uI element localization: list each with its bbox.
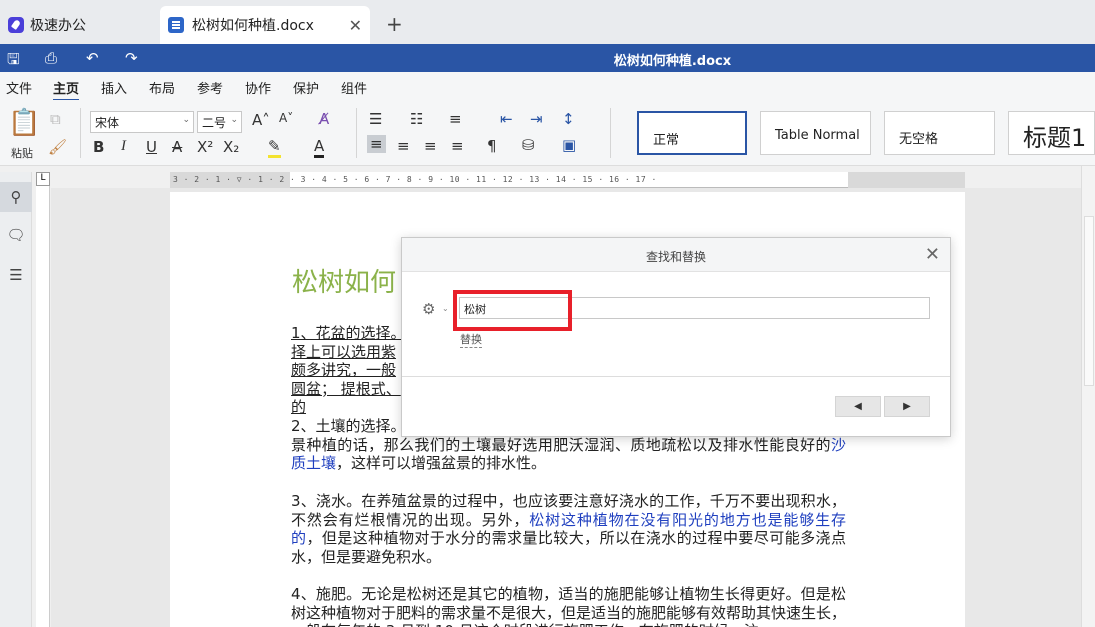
- font-size-select[interactable]: 二号 ⌄: [197, 111, 242, 133]
- horizontal-ruler[interactable]: 3 · 2 · 1 · ▽ · 1 · 2 · 3 · 4 · 5 · 6 · …: [170, 172, 965, 188]
- tab-document[interactable]: 松树如何种植.docx ✕: [160, 6, 370, 44]
- title-bar: 🖫 ⎙ ↶ ↷ 松树如何种植.docx: [0, 44, 1095, 72]
- menu-references[interactable]: 参考: [197, 78, 223, 97]
- bullet-list-icon[interactable]: ☰: [369, 110, 382, 128]
- tab-label: 极速办公: [30, 18, 86, 34]
- menu-file[interactable]: 文件: [6, 78, 32, 97]
- dialog-header[interactable]: 查找和替换 ✕: [402, 238, 950, 272]
- paragraph-4[interactable]: 4、施肥。无论是松树还是其它的植物，适当的施肥能够让植物生长得更好。但是松树这种…: [291, 585, 846, 627]
- italic-icon[interactable]: I: [121, 138, 126, 155]
- decrease-indent-icon[interactable]: ⇤: [500, 110, 513, 128]
- search-icon[interactable]: ⚲: [0, 182, 32, 212]
- menu-protect[interactable]: 保护: [293, 78, 319, 97]
- dialog-title: 查找和替换: [645, 250, 706, 264]
- style-no-spacing[interactable]: 无空格: [884, 111, 995, 155]
- vertical-scrollbar[interactable]: [1081, 166, 1095, 627]
- menu-plugins[interactable]: 组件: [341, 78, 367, 97]
- tab-bar: 极速办公 松树如何种植.docx ✕ +: [0, 0, 1095, 44]
- replace-link[interactable]: 替换: [460, 331, 482, 348]
- gear-icon[interactable]: ⚙: [422, 300, 435, 318]
- highlight-annotation: [453, 290, 572, 331]
- rocket-app-icon: [8, 17, 24, 33]
- font-family-value: 宋体: [95, 116, 120, 130]
- tab-label: 松树如何种植.docx: [192, 18, 314, 34]
- bold-icon[interactable]: B: [93, 138, 104, 156]
- shading-icon[interactable]: ⛁: [522, 136, 535, 154]
- align-left-icon[interactable]: ≡: [367, 135, 386, 153]
- superscript-icon[interactable]: X²: [197, 138, 213, 156]
- style-heading-1[interactable]: 标题1: [1008, 111, 1095, 155]
- clear-format-icon[interactable]: A̸: [319, 110, 329, 128]
- divider: [610, 108, 611, 158]
- navigation-icon[interactable]: ☰: [0, 260, 32, 290]
- divider: [356, 108, 357, 158]
- document-heading[interactable]: 松树如何: [292, 262, 396, 299]
- find-next-button[interactable]: ▶: [884, 396, 930, 417]
- menu-bar: 文件 主页 插入 布局 参考 协作 保护 组件: [0, 72, 1095, 101]
- paragraph-3[interactable]: 3、浇水。在养殖盆景的过程中，也应该要注意好浇水的工作，千万不要出现积水，不然会…: [291, 492, 846, 566]
- decrease-font-icon[interactable]: A˅: [279, 111, 293, 125]
- chevron-down-icon: ⌄: [182, 115, 190, 125]
- scrollbar-thumb[interactable]: [1084, 216, 1094, 386]
- ruler-scale: 3 · 2 · 1 · ▽ · 1 · 2 · 3 · 4 · 5 · 6 · …: [173, 175, 657, 184]
- divider: [402, 376, 950, 377]
- paragraph-text: 景种植的话，那么我们的土壤最好选用肥沃湿润、质地疏松以及排水性能良好的: [291, 435, 831, 454]
- chevron-down-icon: ⌄: [230, 115, 238, 125]
- align-center-icon[interactable]: ≡: [397, 137, 410, 155]
- align-right-icon[interactable]: ≡: [424, 137, 437, 155]
- underline-icon[interactable]: U: [146, 138, 157, 156]
- window-title: 松树如何种植.docx: [613, 54, 732, 69]
- paragraph-text: ，但是这种植物对于水分的需求量比较大，所以在浇水的过程中要尽可能多浇点水，但是要…: [291, 529, 846, 566]
- close-icon[interactable]: ✕: [349, 16, 362, 35]
- style-table-normal[interactable]: Table Normal: [760, 111, 871, 155]
- menu-home[interactable]: 主页: [53, 78, 80, 101]
- vertical-ruler[interactable]: L: [36, 172, 50, 627]
- paste-label: 粘贴: [11, 147, 33, 160]
- paste-icon[interactable]: 📋: [8, 108, 40, 138]
- menu-insert[interactable]: 插入: [101, 78, 127, 97]
- font-size-value: 二号: [202, 116, 227, 130]
- font-color-icon[interactable]: A: [314, 137, 325, 158]
- copy-icon[interactable]: ⧉: [50, 110, 61, 128]
- format-painter-icon[interactable]: 🖌: [48, 138, 67, 156]
- left-sidebar: ⚲ 🗨 ☰: [0, 172, 32, 627]
- numbered-list-icon[interactable]: ☷: [410, 110, 423, 128]
- comment-icon[interactable]: 🗨: [0, 220, 32, 250]
- multilevel-list-icon[interactable]: ≡: [449, 110, 462, 128]
- highlight-color-icon[interactable]: ✎: [268, 137, 281, 158]
- increase-font-icon[interactable]: A˄: [252, 111, 270, 129]
- line-spacing-icon[interactable]: ↕: [562, 110, 575, 128]
- borders-icon[interactable]: ▣: [562, 136, 576, 154]
- paragraph-mark-icon[interactable]: ¶: [487, 137, 497, 155]
- font-family-select[interactable]: 宋体 ⌄: [90, 111, 194, 133]
- document-icon: [168, 17, 184, 33]
- add-tab-icon[interactable]: +: [386, 12, 403, 36]
- increase-indent-icon[interactable]: ⇥: [530, 110, 543, 128]
- divider: [80, 108, 81, 158]
- tab-app-home[interactable]: 极速办公: [0, 6, 155, 44]
- ruler-margin-right: [848, 172, 965, 188]
- ribbon-toolbar: 📋 粘贴 ⧉ 🖌 宋体 ⌄ 二号 ⌄ A˄ A˅ A̸ B I U A X² X…: [0, 100, 1095, 166]
- paragraph-text: ，这样可以增强盆景的排水性。: [336, 454, 547, 472]
- close-icon[interactable]: ✕: [925, 244, 940, 265]
- subscript-icon[interactable]: X₂: [223, 138, 239, 156]
- find-replace-dialog: 查找和替换 ✕ ⚙ ⌄ 松树 替换 ◀ ▶: [401, 237, 951, 437]
- menu-layout[interactable]: 布局: [149, 78, 175, 97]
- menu-collaborate[interactable]: 协作: [245, 78, 271, 97]
- justify-icon[interactable]: ≡: [451, 137, 464, 155]
- find-previous-button[interactable]: ◀: [835, 396, 881, 417]
- style-normal[interactable]: 正常: [637, 111, 747, 155]
- chevron-down-icon[interactable]: ⌄: [442, 304, 449, 313]
- strikethrough-icon[interactable]: A: [172, 138, 182, 156]
- tab-stop-icon[interactable]: L: [36, 172, 50, 186]
